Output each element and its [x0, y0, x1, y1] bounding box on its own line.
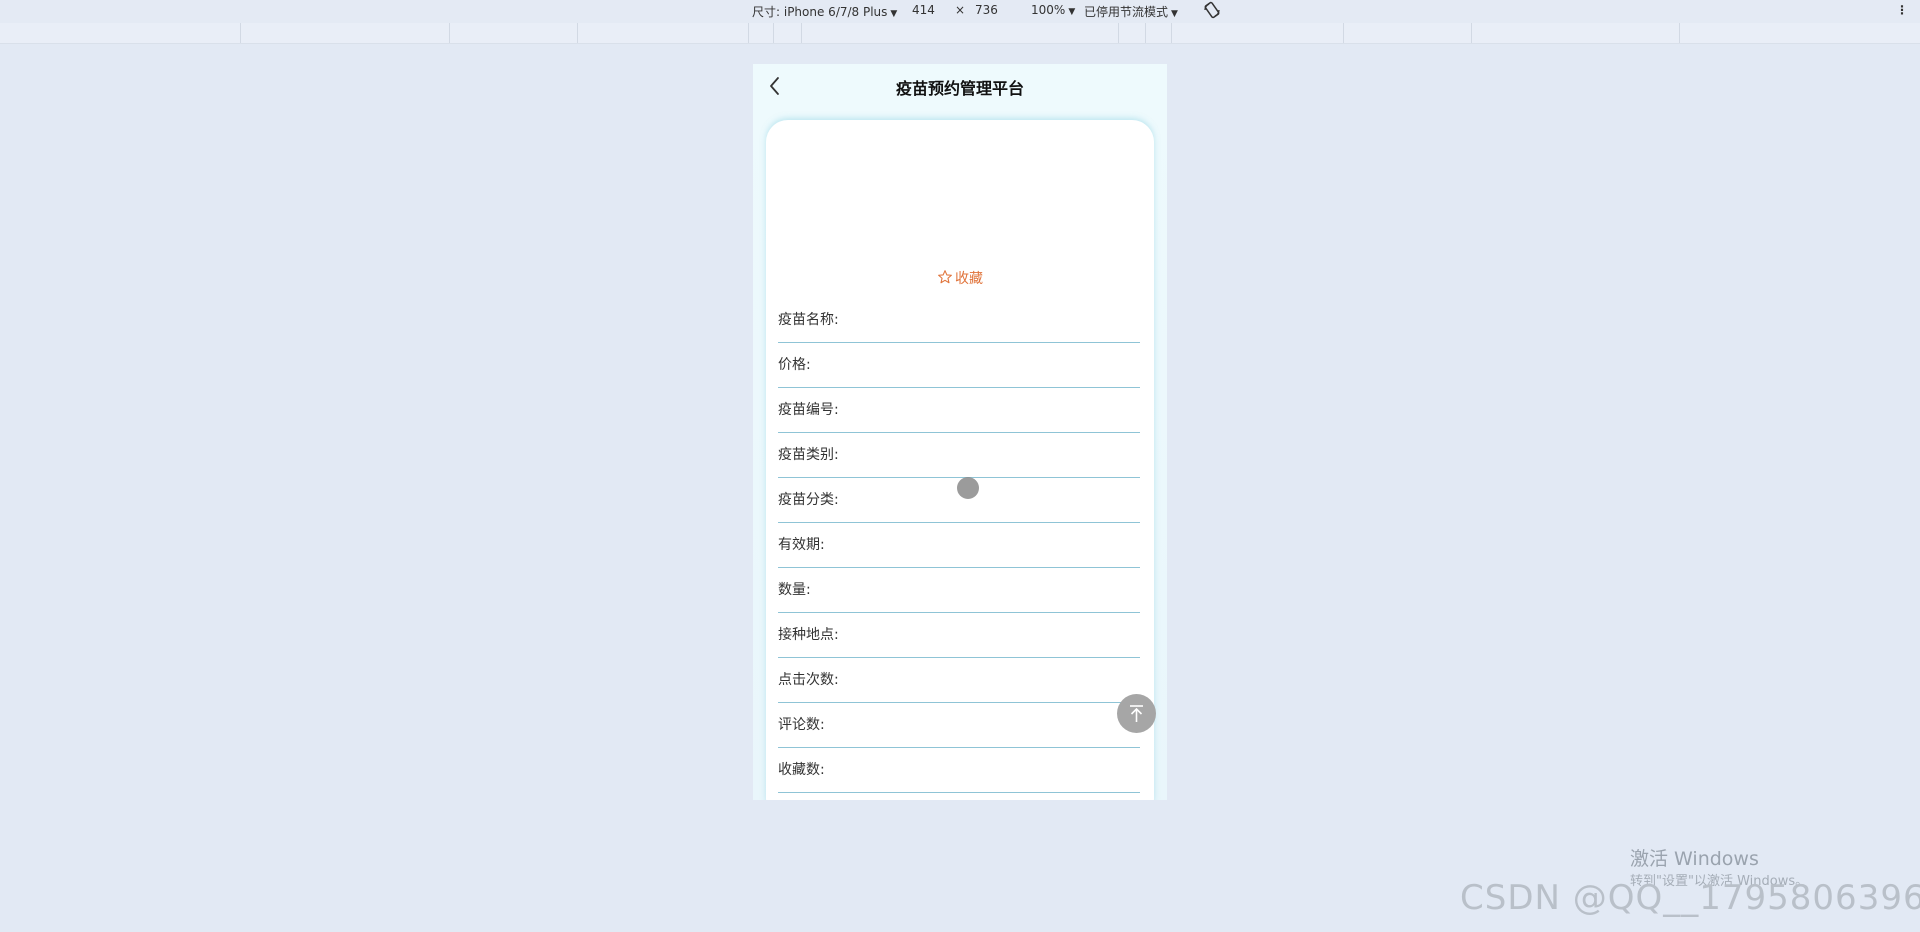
detail-card: 收藏 疫苗名称: 价格: 疫苗编号: 疫苗类别: 疫苗分类: 有效期: 数量:: [766, 120, 1154, 800]
favorite-button[interactable]: 收藏: [766, 268, 1154, 288]
field-vaccine-name: 疫苗名称:: [778, 297, 1140, 343]
devtools-toolbar: 尺寸: iPhone 6/7/8 Plus ▼ 414 × 736 100% ▼ 已…: [0, 0, 1920, 23]
device-select[interactable]: 尺寸: iPhone 6/7/8 Plus ▼: [752, 3, 897, 20]
field-label: 疫苗分类:: [778, 492, 839, 508]
field-click-count: 点击次数:: [778, 657, 1140, 703]
field-label: 疫苗类别:: [778, 447, 839, 463]
field-label: 点击次数:: [778, 672, 839, 688]
ruler-tick: [240, 23, 241, 43]
ruler-tick: [577, 23, 578, 43]
ruler-tick: [1171, 23, 1172, 43]
field-quantity: 数量:: [778, 567, 1140, 613]
more-options-icon[interactable]: ⋮: [1896, 3, 1908, 17]
back-to-top-button[interactable]: [1117, 694, 1156, 733]
field-label: 价格:: [778, 357, 811, 373]
ruler-tick: [748, 23, 749, 43]
width-input[interactable]: 414: [912, 3, 935, 17]
field-price: 价格:: [778, 342, 1140, 388]
times-sign: ×: [955, 3, 966, 17]
field-vaccine-number: 疫苗编号:: [778, 387, 1140, 433]
throttle-label: 已停用节流模式: [1084, 5, 1169, 19]
vaccine-image: [766, 120, 1154, 250]
rotate-icon[interactable]: [1203, 1, 1221, 22]
chevron-down-icon: ▼: [1068, 7, 1076, 17]
field-label: 有效期:: [778, 537, 825, 553]
ruler-tick: [1679, 23, 1680, 43]
field-favorite-count: 收藏数:: [778, 747, 1140, 793]
phone-viewport: 疫苗预约管理平台 收藏 疫苗名称: 价格: 疫苗编号: 疫苗类别: 疫苗分类:: [753, 64, 1167, 800]
arrow-up-icon: [1130, 705, 1143, 722]
chevron-down-icon: ▼: [1171, 9, 1178, 19]
favorite-label: 收藏: [955, 271, 983, 287]
field-vaccine-type: 疫苗类别:: [778, 432, 1140, 478]
ruler-tick: [1471, 23, 1472, 43]
ruler-tick: [1343, 23, 1344, 43]
ruler-tick: [1118, 23, 1119, 43]
ruler-tick: [449, 23, 450, 43]
field-location: 接种地点:: [778, 612, 1140, 658]
field-label: 接种地点:: [778, 627, 839, 643]
device-select-label: 尺寸: iPhone 6/7/8 Plus: [752, 5, 888, 19]
field-label: 疫苗编号:: [778, 402, 839, 418]
page-title: 疫苗预约管理平台: [895, 79, 1024, 98]
app-header: 疫苗预约管理平台: [753, 64, 1167, 108]
field-label: 评论数:: [778, 717, 825, 733]
media-query-ruler: [0, 23, 1920, 44]
field-label: 疫苗名称:: [778, 312, 839, 328]
field-comment-count: 评论数:: [778, 702, 1140, 748]
touch-cursor: [957, 477, 979, 499]
throttle-select[interactable]: 已停用节流模式 ▼: [1084, 3, 1178, 20]
field-label: 数量:: [778, 582, 811, 598]
field-label: 收藏数:: [778, 762, 825, 778]
chevron-down-icon: ▼: [890, 9, 898, 19]
zoom-label: 100%: [1031, 3, 1066, 17]
windows-activation-title: 激活 Windows: [1630, 848, 1759, 870]
field-expiry: 有效期:: [778, 522, 1140, 568]
zoom-select[interactable]: 100% ▼: [1031, 3, 1075, 17]
star-icon: [938, 270, 952, 284]
height-input[interactable]: 736: [975, 3, 998, 17]
ruler-tick: [773, 23, 774, 43]
ruler-tick: [801, 23, 802, 43]
ruler-tick: [1145, 23, 1146, 43]
csdn-watermark: CSDN @QQ__1795806396: [1460, 878, 1920, 918]
